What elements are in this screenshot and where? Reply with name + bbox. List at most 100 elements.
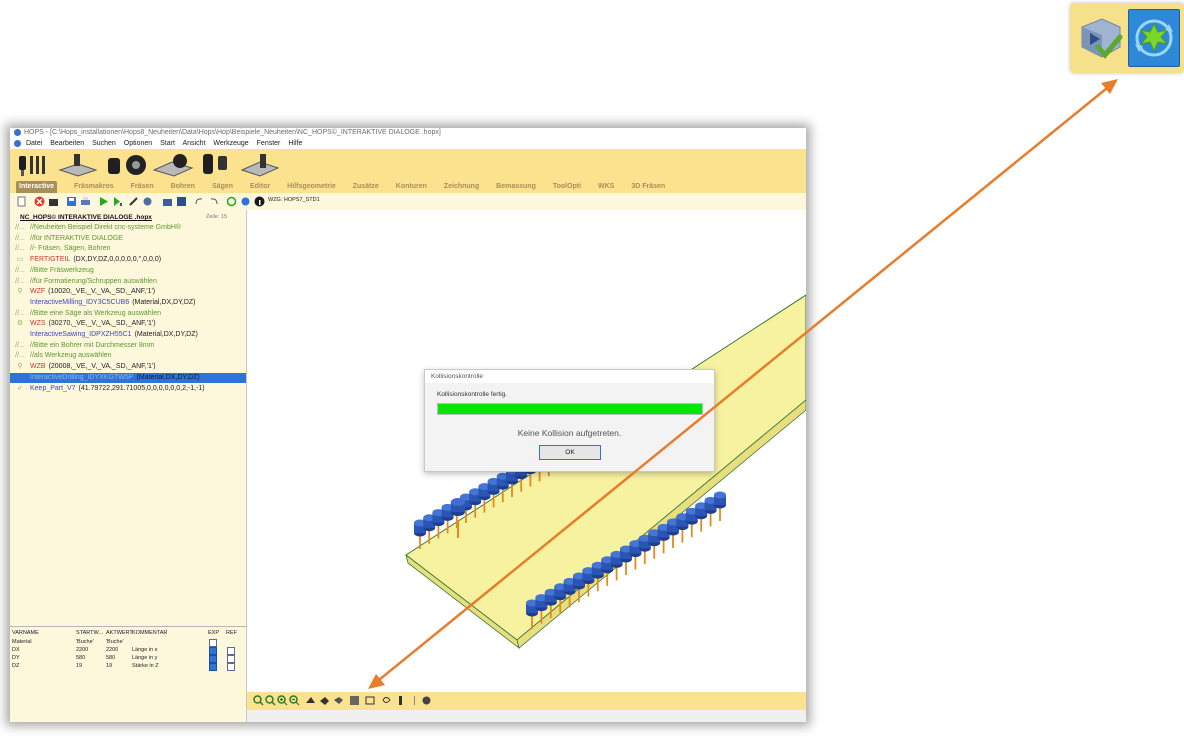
code-line[interactable]: InteractiveDrilling_IDYXKGTW5P (Material,… — [10, 372, 246, 383]
mill-part-icon[interactable] — [240, 152, 280, 178]
line-count: Zeile: 15 — [206, 214, 228, 220]
window-title: HOPS - [C:\Hops_installationen\Hops8_Neu… — [24, 129, 441, 136]
tab-wks[interactable]: WKS — [598, 181, 614, 193]
tool-settings-icon[interactable] — [142, 196, 153, 207]
ok-button[interactable]: OK — [539, 445, 601, 460]
menu-werkzeuge[interactable]: Werkzeuge — [213, 140, 248, 147]
variables-table: VARNAME STARTW... AKTWERT KOMMENTAR EXP … — [10, 626, 246, 722]
code-line[interactable]: //... //Bitte ein Bohrer mit Durchmesser … — [10, 341, 246, 351]
variable-row[interactable]: Material 'Buche' 'Buche' — [10, 638, 246, 647]
view-3d-icon[interactable] — [349, 695, 360, 706]
line-command: //Bitte ein Bohrer mit Durchmesser 8mm — [30, 341, 155, 349]
code-line[interactable]: //... //Bitte eine Säge als Werkzeug ausw… — [10, 309, 246, 319]
code-line[interactable]: //... //als Werkzeug auswählen — [10, 351, 246, 361]
menu-start[interactable]: Start — [160, 140, 175, 147]
view-box-icon[interactable] — [365, 695, 376, 706]
view-side-icon[interactable] — [333, 695, 344, 706]
new-file-icon[interactable] — [16, 196, 27, 207]
run-icon[interactable] — [98, 196, 109, 207]
line-command: Keep_Part_V7 — [30, 384, 76, 392]
open-folder-icon[interactable] — [48, 196, 59, 207]
print-icon[interactable] — [80, 196, 91, 207]
code-line[interactable]: //... //für Formatierung/Schruppen auswäh… — [10, 277, 246, 287]
tab-bemassung[interactable]: Bemassung — [496, 181, 536, 193]
tab-fraesen[interactable]: Fräsen — [131, 181, 154, 193]
ref-checkbox[interactable] — [227, 663, 235, 671]
line-command: //- Fräsen, Sägen, Bohren — [30, 245, 111, 253]
progress-fill — [438, 404, 702, 414]
line-args: (20008,_VE,_V,_VA,_SD,_ANF,'1') — [48, 363, 156, 371]
menu-logo-icon — [14, 139, 21, 147]
exp-checkbox[interactable] — [209, 663, 217, 671]
saw-icon[interactable] — [106, 152, 148, 178]
menu-bearbeiten[interactable]: Bearbeiten — [50, 140, 84, 147]
code-line[interactable]: ✓ Keep_Part_V7 (41.79722,291.71005,0,0,0,0… — [10, 384, 246, 394]
drill-part-icon[interactable] — [58, 152, 98, 178]
tool-select-icon[interactable] — [128, 196, 139, 207]
run-step-icon[interactable] — [112, 196, 123, 207]
menu-hilfe[interactable]: Hilfe — [288, 140, 302, 147]
settings-icon[interactable] — [421, 695, 432, 706]
rotate-icon[interactable] — [381, 695, 392, 706]
line-command: WZB — [30, 363, 46, 371]
menu-optionen[interactable]: Optionen — [124, 140, 152, 147]
save-as-icon[interactable] — [176, 196, 187, 207]
code-line[interactable]: ⚲ WZB (20008,_VE,_V,_VA,_SD,_ANF,'1') — [10, 362, 246, 372]
tab-zusaetze[interactable]: Zusätze — [353, 181, 379, 193]
line-gutter: //... — [15, 234, 25, 242]
variable-start: 19 — [76, 663, 83, 669]
code-line[interactable]: InteractiveSawing_IDPXZH55C1 (Material,DX… — [10, 330, 246, 340]
view-iso-icon[interactable] — [319, 695, 330, 706]
menu-suchen[interactable]: Suchen — [92, 140, 116, 147]
simulation-check-icon[interactable] — [1076, 9, 1126, 65]
title-bar: HOPS - [C:\Hops_installationen\Hops8_Neu… — [10, 128, 806, 138]
code-line[interactable]: ▭ FERTIGTEIL (DX,DY,DZ,0,0,0,0,0,'',0,0,0) — [10, 255, 246, 265]
tab-hilfsgeometrie[interactable]: Hilfsgeometrie — [287, 181, 336, 193]
line-gutter: //... — [15, 352, 25, 360]
tool-view-icon[interactable] — [395, 695, 406, 706]
collision-check-icon[interactable] — [1128, 9, 1180, 67]
tab-interactive[interactable]: Interactive — [16, 181, 58, 193]
zoom-in-icon[interactable] — [277, 695, 288, 706]
code-line[interactable]: //... //für INTERAKTIVE DIALOGE — [10, 234, 246, 244]
saw-blade-icon[interactable] — [152, 152, 194, 178]
zoom-fit-icon[interactable] — [253, 695, 264, 706]
variable-row[interactable]: DZ 19 19 Stärke in Z — [10, 662, 246, 671]
zoom-window-icon[interactable] — [265, 695, 276, 706]
code-line[interactable]: //... //- Fräsen, Sägen, Bohren — [10, 244, 246, 254]
tab-3d-fraesen[interactable]: 3D Fräsen — [631, 181, 665, 193]
variable-row[interactable]: DX 2200 2200 Länge in x — [10, 646, 246, 655]
menu-ansicht[interactable]: Ansicht — [183, 140, 206, 147]
view-front-icon[interactable] — [305, 695, 316, 706]
zoom-out-icon[interactable] — [289, 695, 300, 706]
redo-icon[interactable] — [208, 196, 219, 207]
stop-icon[interactable] — [34, 196, 45, 207]
refresh-icon[interactable] — [226, 196, 237, 207]
tab-toolopti[interactable]: ToolOpti — [553, 181, 581, 193]
menu-datei[interactable]: Datei — [26, 140, 42, 147]
menu-fenster[interactable]: Fenster — [257, 140, 281, 147]
variable-row[interactable]: DY 580 580 Länge in y — [10, 654, 246, 663]
line-gutter: ⚲ — [17, 288, 23, 296]
tab-zeichnung[interactable]: Zeichnung — [444, 181, 479, 193]
code-line[interactable]: ⚙ WZS (30270,_VE,_V,_VA,_SD,_ANF,'1') — [10, 319, 246, 329]
mill-tools-icon[interactable] — [200, 152, 236, 178]
drill-tools-icon[interactable] — [16, 152, 52, 178]
line-args: (41.79722,291.71005,0,0,0,0,0,0,2,-1,-1) — [78, 384, 205, 392]
tab-saegen[interactable]: Sägen — [212, 181, 233, 193]
code-line[interactable]: //... //Bitte Fräswerkzeug — [10, 266, 246, 276]
code-line[interactable]: InteractiveMilling_IDY3C5CUB6 (Material,D… — [10, 298, 246, 308]
folder-icon[interactable] — [162, 196, 173, 207]
info-icon[interactable] — [254, 196, 265, 207]
tab-konturen[interactable]: Konturen — [396, 181, 427, 193]
view3d-icon[interactable] — [240, 196, 251, 207]
undo-icon[interactable] — [194, 196, 205, 207]
line-gutter: //... — [15, 309, 25, 317]
code-line[interactable]: //... //Neuheiten Beispiel Direkt cnc-sys… — [10, 223, 246, 233]
save-icon[interactable] — [66, 196, 77, 207]
dialog-result: Keine Kollision aufgetreten. — [517, 428, 622, 438]
tab-bohren[interactable]: Bohren — [171, 181, 196, 193]
code-line[interactable]: ⚲ WZF (10020,_VE,_V,_VA,_SD,_ANF,'1') — [10, 287, 246, 297]
tab-editor[interactable]: Editor — [250, 181, 270, 193]
tab-fraesmakros[interactable]: Fräsmakros — [74, 181, 114, 193]
